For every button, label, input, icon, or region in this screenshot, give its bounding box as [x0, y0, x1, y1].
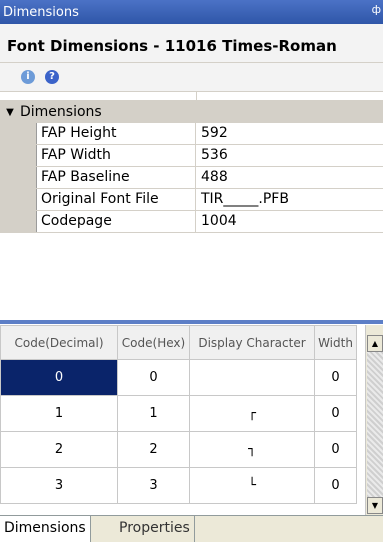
cell-decimal[interactable]: 2 — [0, 431, 118, 468]
row-gutter — [0, 145, 37, 166]
cell-hex[interactable]: 2 — [117, 431, 190, 468]
cell-character[interactable]: └ — [189, 467, 315, 504]
property-value[interactable]: 1004 — [196, 211, 383, 232]
cell-character[interactable]: ┌ — [189, 395, 315, 432]
cell-width[interactable]: 0 — [314, 395, 357, 432]
category-label: Dimensions — [20, 104, 102, 120]
property-name: FAP Baseline — [37, 167, 196, 188]
cell-hex[interactable]: 3 — [117, 467, 190, 504]
cell-hex[interactable]: 1 — [117, 395, 190, 432]
page-title: Font Dimensions - 11016 Times-Roman — [7, 37, 337, 55]
table-header-row: Code(Decimal) Code(Hex) Display Characte… — [0, 325, 357, 360]
property-grid-header — [0, 92, 383, 101]
cell-hex[interactable]: 0 — [117, 359, 190, 396]
tab-dimensions[interactable]: Dimensions — [0, 516, 91, 542]
category-dimensions[interactable]: ▼ Dimensions — [0, 101, 383, 123]
panel-titlebar: Dimensions ф — [0, 0, 383, 24]
cell-decimal[interactable]: 3 — [0, 467, 118, 504]
table-row[interactable]: 3 3 └ 0 — [0, 467, 357, 504]
property-row[interactable]: FAP Height 592 — [0, 123, 383, 145]
property-value[interactable]: TIR_____.PFB — [196, 189, 383, 210]
property-name: Codepage — [37, 211, 196, 232]
property-row[interactable]: FAP Width 536 — [0, 145, 383, 167]
row-gutter — [0, 123, 37, 144]
property-name: Original Font File — [37, 189, 196, 210]
property-name: FAP Height — [37, 123, 196, 144]
table-row[interactable]: 1 1 ┌ 0 — [0, 395, 357, 432]
property-value[interactable]: 592 — [196, 123, 383, 144]
cell-character[interactable] — [189, 359, 315, 396]
collapse-triangle-icon[interactable]: ▼ — [0, 107, 20, 118]
column-header-code-decimal[interactable]: Code(Decimal) — [0, 325, 118, 360]
column-header-display-character[interactable]: Display Character — [189, 325, 315, 360]
header: Font Dimensions - 11016 Times-Roman — [0, 24, 383, 63]
property-value[interactable]: 536 — [196, 145, 383, 166]
vertical-scrollbar[interactable]: ▲ ▼ — [365, 325, 383, 515]
help-icon[interactable]: ? — [45, 70, 59, 84]
toolbar: i ? — [0, 63, 383, 91]
column-header-width[interactable]: Width — [314, 325, 357, 360]
cell-width[interactable]: 0 — [314, 359, 357, 396]
bottom-tabs: Dimensions Properties — [0, 515, 383, 542]
property-value[interactable]: 488 — [196, 167, 383, 188]
table-row[interactable]: 2 2 ┐ 0 — [0, 431, 357, 468]
cell-width[interactable]: 0 — [314, 467, 357, 504]
cell-width[interactable]: 0 — [314, 431, 357, 468]
property-name: FAP Width — [37, 145, 196, 166]
tab-properties[interactable]: Properties — [115, 516, 195, 542]
row-gutter — [0, 189, 37, 210]
row-gutter — [0, 211, 37, 232]
panel-title: Dimensions — [3, 4, 79, 20]
column-header-code-hex[interactable]: Code(Hex) — [117, 325, 190, 360]
code-table-panel: Code(Decimal) Code(Hex) Display Characte… — [0, 325, 383, 515]
cell-character[interactable]: ┐ — [189, 431, 315, 468]
property-row[interactable]: Original Font File TIR_____.PFB — [0, 189, 383, 211]
table-row[interactable]: 0 0 0 — [0, 359, 357, 396]
cell-decimal[interactable]: 1 — [0, 395, 118, 432]
property-row[interactable]: FAP Baseline 488 — [0, 167, 383, 189]
pin-icon[interactable]: ф — [372, 3, 381, 16]
code-table: Code(Decimal) Code(Hex) Display Characte… — [0, 325, 357, 504]
property-row[interactable]: Codepage 1004 — [0, 211, 383, 233]
scroll-track[interactable] — [367, 352, 383, 497]
scroll-down-icon[interactable]: ▼ — [367, 497, 383, 514]
property-grid: ▼ Dimensions FAP Height 592 FAP Width 53… — [0, 91, 383, 319]
info-icon[interactable]: i — [21, 70, 35, 84]
row-gutter — [0, 167, 37, 188]
scroll-up-icon[interactable]: ▲ — [367, 335, 383, 352]
cell-decimal[interactable]: 0 — [0, 359, 118, 396]
